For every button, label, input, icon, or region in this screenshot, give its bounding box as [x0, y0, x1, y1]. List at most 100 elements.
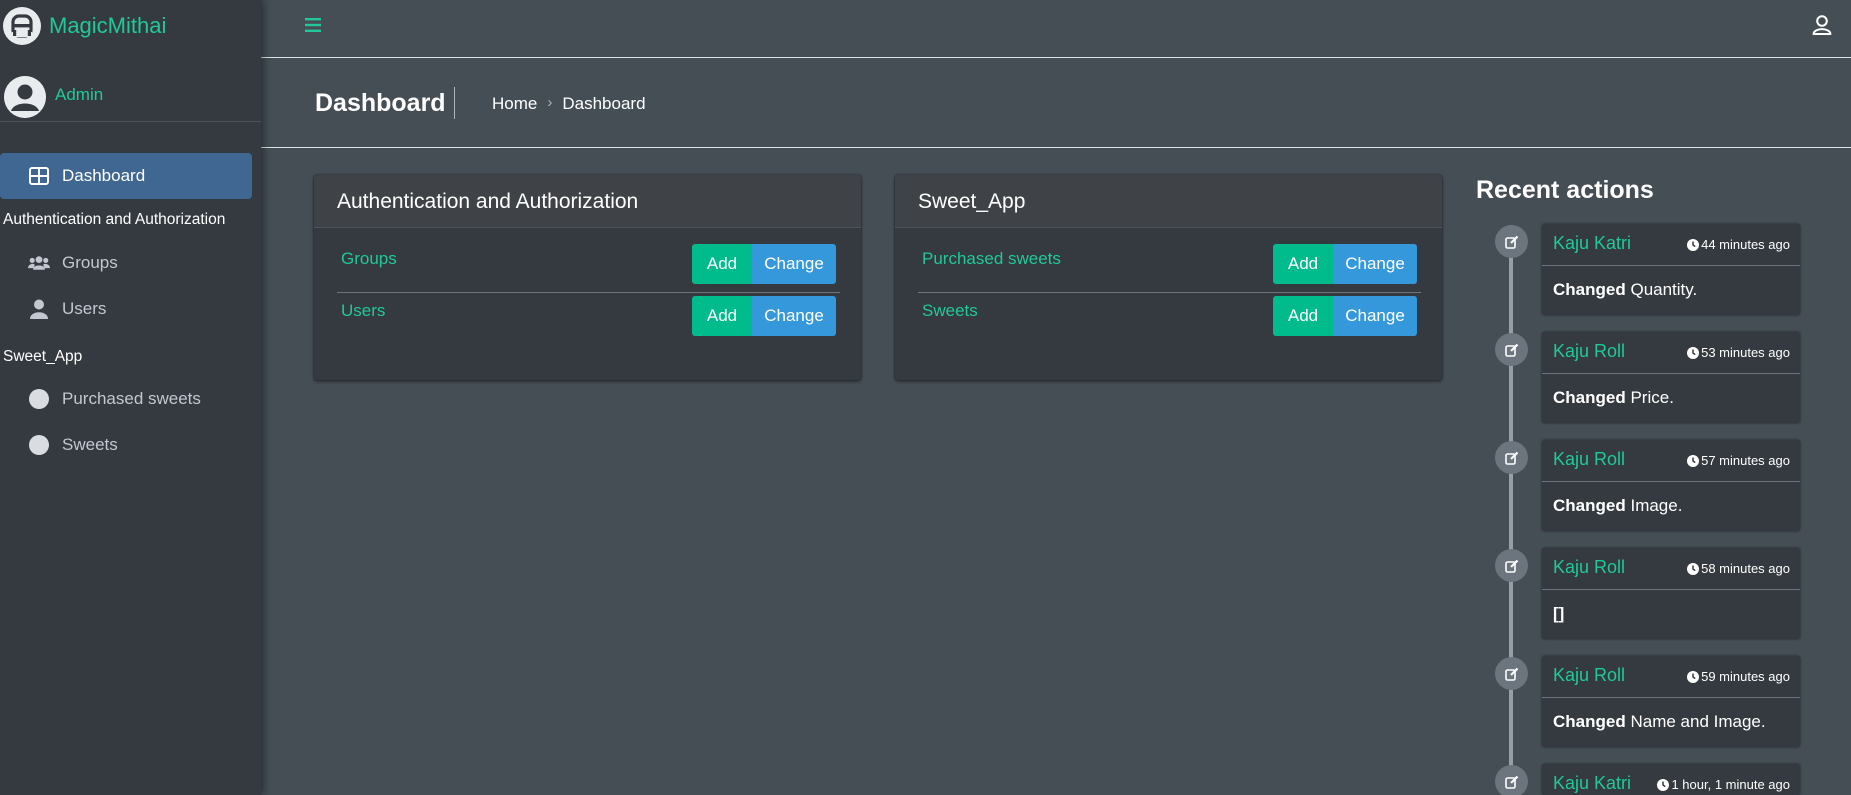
timeline-card: Kaju Katri 44 minutes ago Changed Quanti… [1542, 224, 1800, 315]
user-menu-icon[interactable] [1811, 14, 1833, 36]
timeline-time-text: 57 minutes ago [1701, 453, 1790, 468]
model-row-users: Users Add Change [337, 293, 840, 345]
circle-icon [28, 389, 50, 409]
timeline-header: Kaju Katri 1 hour, 1 minute ago [1542, 764, 1800, 795]
sidebar-item-label: Groups [62, 253, 118, 272]
timeline-action: Changed [1553, 388, 1626, 407]
timeline-card: Kaju Roll 53 minutes ago Changed Price. [1542, 332, 1800, 423]
avatar-icon [4, 76, 46, 118]
brand-name: MagicMithai [49, 13, 167, 38]
model-link-purchased-sweets[interactable]: Purchased sweets [922, 249, 1061, 269]
sidebar-item-users[interactable]: Users [0, 286, 252, 332]
sidebar-item-label: Purchased sweets [62, 389, 201, 408]
brand-link[interactable]: MagicMithai [0, 0, 261, 52]
timeline-detail: [] [1553, 604, 1565, 623]
change-purchased-sweets-button[interactable]: Change [1333, 244, 1417, 284]
clock-icon [1657, 778, 1670, 791]
timeline-detail: Name and Image. [1630, 712, 1766, 731]
sidebar-header-auth: Authentication and Authorization [3, 211, 226, 228]
change-sweets-button[interactable]: Change [1333, 296, 1417, 336]
sidebar-item-label: Sweets [62, 435, 118, 454]
model-link-users[interactable]: Users [341, 301, 385, 321]
add-users-button[interactable]: Add [692, 296, 752, 336]
edit-icon [1495, 657, 1528, 690]
timeline-object-link[interactable]: Kaju Roll [1553, 341, 1625, 362]
clock-icon [1687, 670, 1700, 683]
sidebar-item-groups[interactable]: Groups [0, 240, 252, 286]
timeline-action: Changed [1553, 712, 1626, 731]
edit-icon [1495, 549, 1528, 582]
user-icon [28, 299, 50, 319]
timeline-card: Kaju Roll 58 minutes ago [] [1542, 548, 1800, 639]
timeline-detail: Quantity. [1630, 280, 1698, 299]
timeline-time: 58 minutes ago [1687, 561, 1790, 576]
card-header: Authentication and Authorization [314, 175, 861, 228]
timeline-object-link[interactable]: Kaju Katri [1553, 773, 1631, 794]
sidebar-item-sweets[interactable]: Sweets [0, 422, 252, 468]
timeline-time-text: 58 minutes ago [1701, 561, 1790, 576]
sidebar: MagicMithai Admin Dashboard Authenticati… [0, 0, 261, 795]
button-group: Add Change [692, 296, 836, 336]
timeline-object-link[interactable]: Kaju Roll [1553, 557, 1625, 578]
users-group-icon [28, 253, 50, 273]
model-row-groups: Groups Add Change [337, 241, 840, 293]
content-header: Dashboard Home › Dashboard [261, 59, 1851, 148]
timeline-time-text: 53 minutes ago [1701, 345, 1790, 360]
button-group: Add Change [692, 244, 836, 284]
sidebar-item-label: Users [62, 299, 107, 318]
hamburger-menu-icon[interactable] [305, 16, 325, 36]
timeline-card: Kaju Roll 57 minutes ago Changed Image. [1542, 440, 1800, 531]
timeline-body: Changed Name and Image. [1553, 712, 1766, 732]
timeline-header: Kaju Roll 53 minutes ago [1542, 332, 1800, 374]
timeline-time: 59 minutes ago [1687, 669, 1790, 684]
timeline-body: Changed Image. [1553, 496, 1682, 516]
breadcrumb-separator: › [547, 94, 553, 111]
sidebar-item-purchased-sweets[interactable]: Purchased sweets [0, 376, 252, 422]
user-name-link[interactable]: Admin [55, 85, 103, 105]
timeline-line [1509, 225, 1513, 795]
edit-icon [1495, 333, 1528, 366]
edit-icon [1495, 225, 1528, 258]
timeline-object-link[interactable]: Kaju Roll [1553, 665, 1625, 686]
breadcrumb-current: Dashboard [562, 94, 646, 113]
timeline-header: Kaju Roll 59 minutes ago [1542, 656, 1800, 698]
brand-logo-icon [3, 7, 41, 45]
edit-icon [1495, 765, 1528, 795]
title-divider [454, 87, 455, 119]
breadcrumb-home-link[interactable]: Home [492, 94, 537, 114]
clock-icon [1687, 562, 1700, 575]
timeline-card: Kaju Katri 1 hour, 1 minute ago [1542, 764, 1800, 795]
timeline-time: 44 minutes ago [1687, 237, 1790, 252]
change-users-button[interactable]: Change [752, 296, 836, 336]
timeline-detail: Price. [1630, 388, 1674, 407]
timeline-time-text: 44 minutes ago [1701, 237, 1790, 252]
add-purchased-sweets-button[interactable]: Add [1273, 244, 1333, 284]
button-group: Add Change [1273, 296, 1417, 336]
timeline-time-text: 1 hour, 1 minute ago [1671, 777, 1790, 792]
timeline-detail: Image. [1630, 496, 1683, 515]
clock-icon [1687, 238, 1700, 251]
model-row-sweets: Sweets Add Change [918, 293, 1421, 345]
model-link-groups[interactable]: Groups [341, 249, 397, 269]
timeline-header: Kaju Katri 44 minutes ago [1542, 224, 1800, 266]
add-groups-button[interactable]: Add [692, 244, 752, 284]
card-title: Sweet_App [918, 190, 1026, 213]
breadcrumb: Home › Dashboard [492, 94, 646, 114]
sidebar-item-label: Dashboard [62, 166, 146, 185]
edit-icon [1495, 441, 1528, 474]
app-card-auth: Authentication and Authorization Groups … [314, 175, 861, 380]
timeline-time: 53 minutes ago [1687, 345, 1790, 360]
timeline-object-link[interactable]: Kaju Katri [1553, 233, 1631, 254]
timeline-time-text: 59 minutes ago [1701, 669, 1790, 684]
change-groups-button[interactable]: Change [752, 244, 836, 284]
timeline-action: Changed [1553, 280, 1626, 299]
model-row-purchased-sweets: Purchased sweets Add Change [918, 241, 1421, 293]
timeline-time: 57 minutes ago [1687, 453, 1790, 468]
add-sweets-button[interactable]: Add [1273, 296, 1333, 336]
sidebar-item-dashboard[interactable]: Dashboard [0, 153, 252, 199]
timeline-object-link[interactable]: Kaju Roll [1553, 449, 1625, 470]
app-card-sweet-app: Sweet_App Purchased sweets Add Change Sw… [895, 175, 1442, 380]
timeline-header: Kaju Roll 57 minutes ago [1542, 440, 1800, 482]
model-link-sweets[interactable]: Sweets [922, 301, 978, 321]
circle-icon [28, 435, 50, 455]
